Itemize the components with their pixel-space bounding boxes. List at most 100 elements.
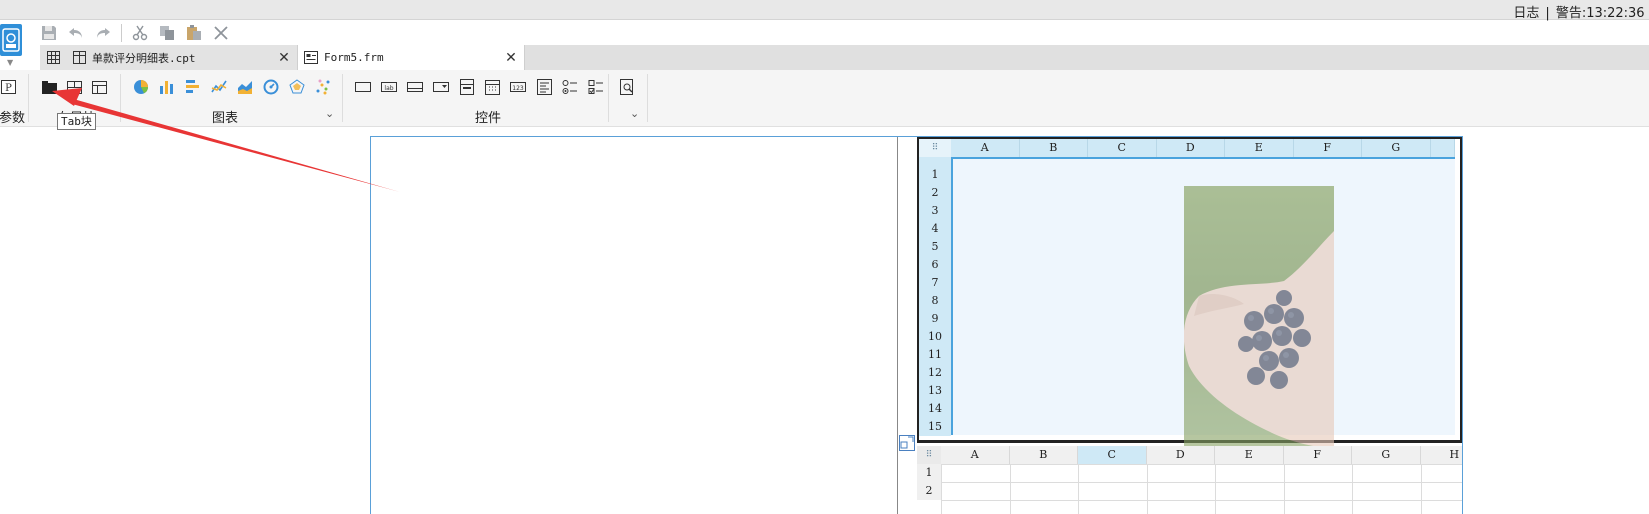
- chart-group-label: 图表: [212, 111, 239, 126]
- warning-status[interactable]: 警告:13:22:36: [1556, 6, 1645, 21]
- row-header[interactable]: 9: [919, 310, 951, 328]
- column-header[interactable]: C: [1088, 139, 1157, 157]
- column-header[interactable]: F: [1283, 446, 1352, 464]
- column-header[interactable]: B: [1009, 446, 1078, 464]
- control-group-label: 控件: [475, 111, 502, 126]
- ribbon-toolbar: P 参数 布局块 图表 ⌄ lab: [0, 70, 1649, 127]
- grid-line: [941, 464, 1462, 465]
- label-widget-icon[interactable]: [354, 78, 372, 96]
- report-block-top[interactable]: ⠿ ABCDEFG 1 2 3 4 5 6 7 8 9 10 11 12 13 14 15: [917, 137, 1462, 456]
- toolbar-separator: [121, 24, 122, 42]
- combobox-widget-icon[interactable]: [432, 78, 450, 96]
- number-widget-icon[interactable]: 123: [509, 78, 527, 96]
- parameter-icon[interactable]: P: [0, 78, 18, 96]
- cell-grid[interactable]: [951, 159, 1455, 456]
- grid-line: [941, 482, 1462, 483]
- column-header[interactable]: D: [1156, 139, 1225, 157]
- scatter-chart-icon[interactable]: [314, 78, 332, 96]
- row-header[interactable]: 3: [919, 202, 951, 220]
- grid-line: [1215, 464, 1216, 514]
- drag-handle-icon[interactable]: [899, 435, 915, 451]
- date-widget-icon[interactable]: [483, 78, 501, 96]
- row-header[interactable]: 1: [917, 464, 941, 482]
- redo-icon[interactable]: [94, 24, 112, 42]
- control-group-expand-icon[interactable]: ⌄: [630, 107, 639, 120]
- canvas-divider[interactable]: [897, 137, 898, 514]
- radio-group-widget-icon[interactable]: [561, 78, 579, 96]
- logo-dropdown-icon[interactable]: ▼: [7, 58, 13, 67]
- button-widget-icon[interactable]: [406, 78, 424, 96]
- horizontal-bar-chart-icon[interactable]: [184, 78, 202, 96]
- line-chart-icon[interactable]: [210, 78, 228, 96]
- grid-line: [1352, 464, 1353, 514]
- app-logo-button[interactable]: [0, 24, 22, 56]
- sheet-corner-icon[interactable]: ⠿: [919, 139, 951, 157]
- pie-chart-icon[interactable]: [132, 78, 150, 96]
- column-header[interactable]: F: [1293, 139, 1362, 157]
- gauge-chart-icon[interactable]: [262, 78, 280, 96]
- chart-group-expand-icon[interactable]: ⌄: [325, 107, 334, 120]
- quick-toolbar: [40, 22, 230, 44]
- ribbon-separator: [608, 74, 609, 122]
- column-header[interactable]: G: [1352, 446, 1421, 464]
- tab-label: 单款评分明细表.cpt: [92, 51, 196, 65]
- column-header[interactable]: B: [1019, 139, 1088, 157]
- tab-report-cpt[interactable]: 单款评分明细表.cpt ✕: [40, 45, 297, 70]
- row-header[interactable]: 13: [919, 382, 951, 400]
- bar-chart-icon[interactable]: [158, 78, 176, 96]
- row-header[interactable]: 4: [919, 220, 951, 238]
- cut-icon[interactable]: [131, 24, 149, 42]
- log-link[interactable]: 日志: [1513, 6, 1539, 21]
- area-chart-icon[interactable]: [236, 78, 254, 96]
- row-header[interactable]: 12: [919, 364, 951, 382]
- search-widget-icon[interactable]: [618, 78, 636, 96]
- close-icon[interactable]: ✕: [277, 50, 291, 66]
- row-header[interactable]: 11: [919, 346, 951, 364]
- row-header[interactable]: 6: [919, 256, 951, 274]
- column-header[interactable]: G: [1362, 139, 1431, 157]
- text-widget-icon[interactable]: lab: [380, 78, 398, 96]
- row-header[interactable]: 2: [917, 482, 941, 500]
- report-block-bottom[interactable]: ⠿ ABCDEFGH 12: [917, 446, 1462, 514]
- column-header[interactable]: A: [951, 139, 1020, 157]
- top-status-bar: 日志|警告:13:22:36 b: [0, 0, 1649, 21]
- row-header[interactable]: 7: [919, 274, 951, 292]
- sheet-corner-icon[interactable]: ⠿: [917, 446, 941, 464]
- split-layout-icon[interactable]: [65, 78, 83, 96]
- radar-chart-icon[interactable]: [288, 78, 306, 96]
- row-header[interactable]: 14: [919, 400, 951, 418]
- column-header[interactable]: C: [1078, 446, 1147, 464]
- column-header[interactable]: E: [1215, 446, 1284, 464]
- column-header[interactable]: E: [1225, 139, 1294, 157]
- tab-block-icon[interactable]: [40, 78, 58, 96]
- column-header[interactable]: D: [1146, 446, 1215, 464]
- paste-icon[interactable]: [185, 24, 203, 42]
- checkbox-group-widget-icon[interactable]: [587, 78, 605, 96]
- ribbon-separator: [647, 74, 648, 122]
- blackberries-photo[interactable]: [1184, 186, 1334, 456]
- ribbon-separator: [120, 74, 121, 122]
- svg-text:lab: lab: [384, 85, 393, 92]
- status-separator: |: [1545, 6, 1550, 21]
- tab-form-frm[interactable]: Form5.frm ✕: [297, 45, 525, 70]
- row-header[interactable]: 10: [919, 328, 951, 346]
- column-header[interactable]: A: [941, 446, 1010, 464]
- undo-icon[interactable]: [67, 24, 85, 42]
- report-icon: [71, 50, 87, 66]
- document-tab-bar: 单款评分明细表.cpt ✕ Form5.frm ✕: [40, 45, 525, 70]
- column-header[interactable]: H: [1420, 446, 1462, 464]
- list-widget-icon[interactable]: [458, 78, 476, 96]
- form-icon: [303, 50, 319, 66]
- row-header[interactable]: 2: [919, 184, 951, 202]
- close-icon[interactable]: ✕: [504, 50, 518, 66]
- row-header[interactable]: 1: [919, 166, 951, 184]
- save-icon[interactable]: [40, 24, 58, 42]
- copy-icon[interactable]: [158, 24, 176, 42]
- textarea-widget-icon[interactable]: [535, 78, 553, 96]
- row-header[interactable]: 15: [919, 418, 951, 436]
- app-logo-icon: [2, 28, 20, 52]
- row-header[interactable]: 5: [919, 238, 951, 256]
- row-header[interactable]: 8: [919, 292, 951, 310]
- grid-layout-icon[interactable]: [90, 78, 108, 96]
- delete-icon[interactable]: [212, 24, 230, 42]
